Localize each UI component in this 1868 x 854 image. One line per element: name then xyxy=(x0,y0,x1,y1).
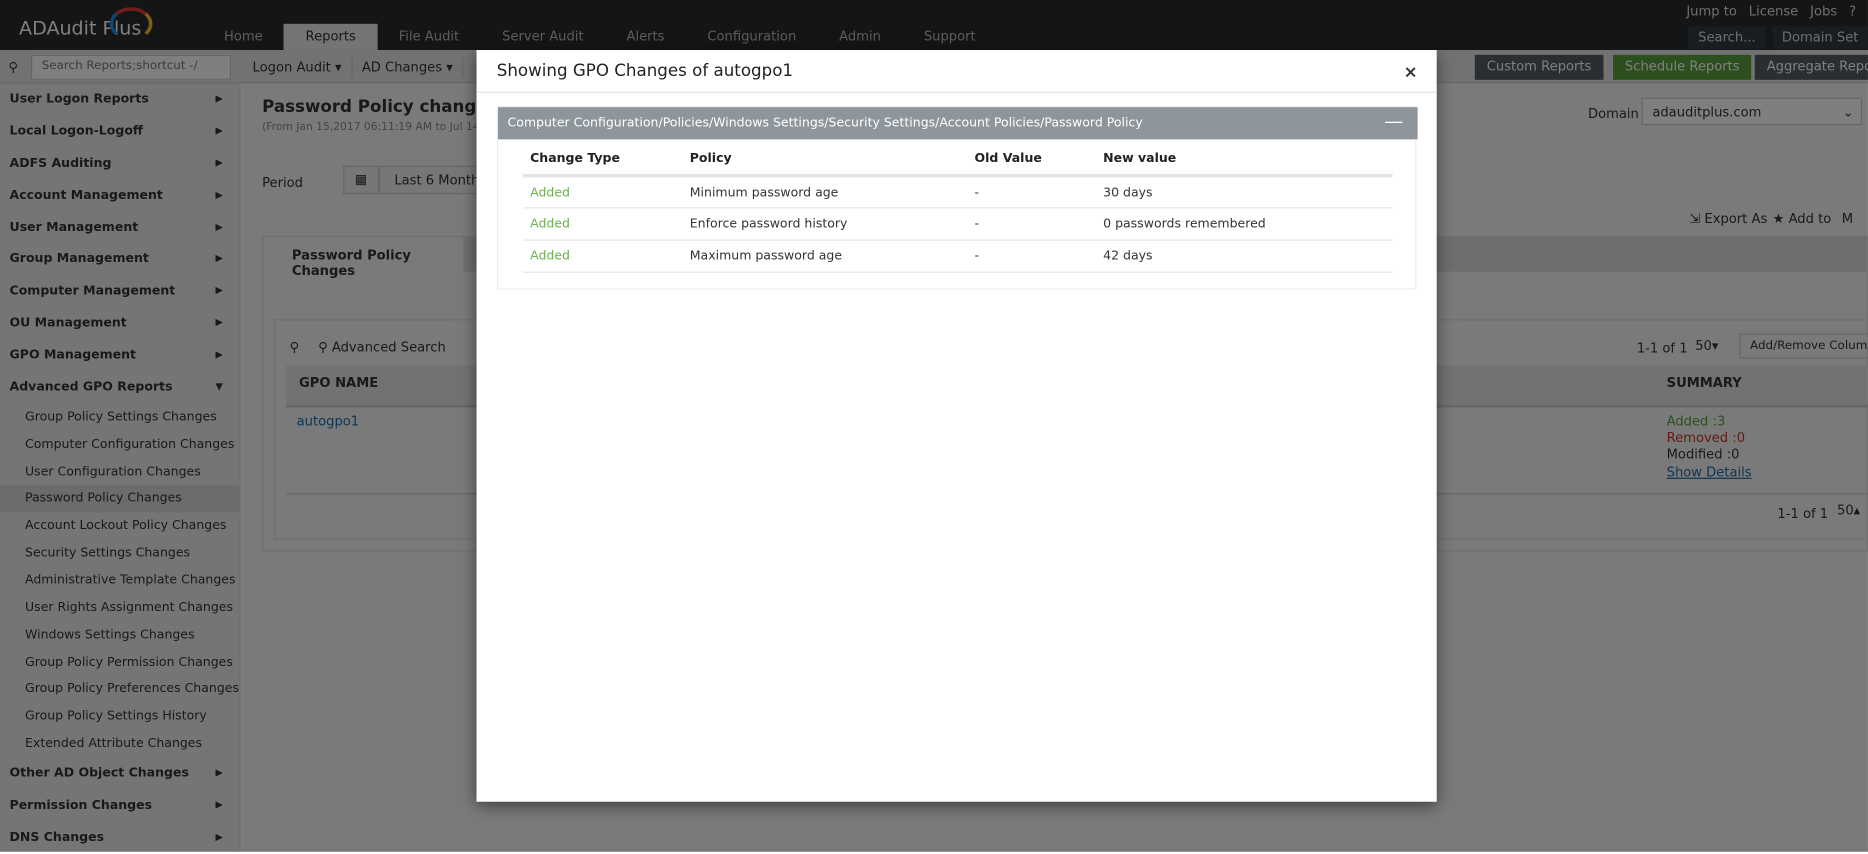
old-value: - xyxy=(967,175,1096,209)
col-old-value: Old Value xyxy=(967,151,1096,178)
new-value: 0 passwords remembered xyxy=(1095,207,1393,241)
policy-path-header[interactable]: Computer Configuration/Policies/Windows … xyxy=(497,107,1418,140)
old-value: - xyxy=(967,207,1096,241)
new-value: 30 days xyxy=(1095,175,1393,209)
col-change-type: Change Type xyxy=(522,151,683,178)
new-value: 42 days xyxy=(1095,240,1393,273)
table-row: Added Minimum password age -30 days xyxy=(522,175,1393,209)
policy: Minimum password age xyxy=(682,175,968,209)
table-row: Added Maximum password age -42 days xyxy=(522,240,1393,273)
change-type: Added xyxy=(522,175,683,209)
policy: Maximum password age xyxy=(682,240,968,273)
old-value: - xyxy=(967,240,1096,273)
change-type: Added xyxy=(522,207,683,241)
col-new-value: New value xyxy=(1095,151,1393,178)
table-row: Added Enforce password history -0 password… xyxy=(522,207,1393,241)
policy-path: Computer Configuration/Policies/Windows … xyxy=(507,115,1143,130)
col-policy: Policy xyxy=(682,151,968,178)
close-icon[interactable]: × xyxy=(1404,63,1418,82)
policy-panel: Computer Configuration/Policies/Windows … xyxy=(496,106,1418,290)
changes-table: Change Type Policy Old Value New value A… xyxy=(522,151,1393,273)
policy: Enforce password history xyxy=(682,207,968,241)
change-type: Added xyxy=(522,240,683,273)
gpo-changes-dialog: Showing GPO Changes of autogpo1 × Comput… xyxy=(476,50,1437,802)
collapse-icon[interactable]: — xyxy=(1384,110,1403,133)
dialog-title: Showing GPO Changes of autogpo1 xyxy=(496,61,794,82)
